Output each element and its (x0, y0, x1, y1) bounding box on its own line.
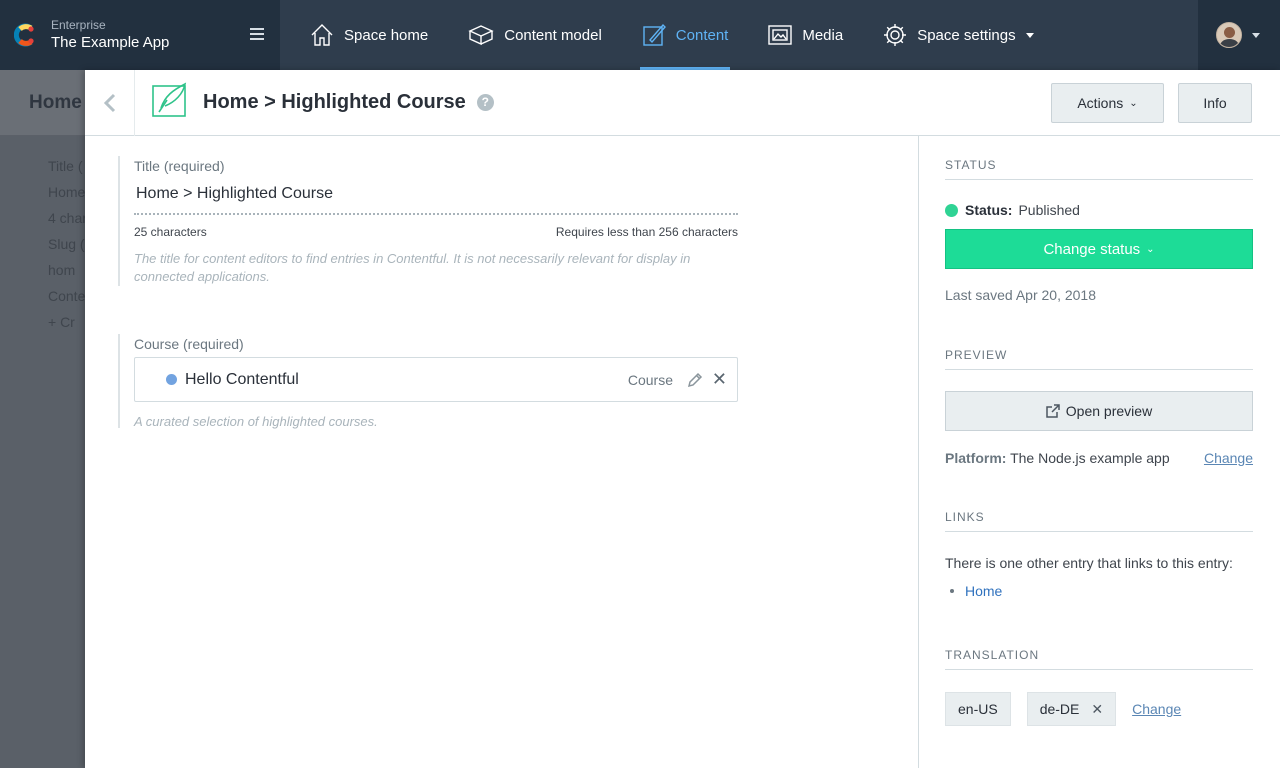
character-limit: Requires less than 256 characters (555, 225, 738, 239)
gear-icon (884, 24, 907, 46)
chevron-down-icon (1252, 32, 1260, 38)
published-status-dot (945, 203, 958, 217)
links-description: There is one other entry that links to t… (945, 555, 1233, 571)
status-label: Status: (965, 202, 1013, 218)
open-preview-button[interactable]: Open preview (945, 391, 1253, 431)
last-saved-text: Last saved Apr 20, 2018 (945, 287, 1096, 303)
links-heading: LINKS (945, 510, 1253, 532)
change-platform-link[interactable]: Change (1204, 450, 1253, 466)
nav-space-home[interactable]: Space home (308, 0, 430, 70)
field-help-text: A curated selection of highlighted cours… (134, 414, 378, 429)
back-button[interactable] (85, 69, 135, 136)
image-icon (768, 25, 793, 45)
entry-sidebar: STATUS Status: Published Change status ⌄… (945, 136, 1253, 768)
contentful-logo-icon (13, 23, 38, 47)
nav-media[interactable]: Media (766, 0, 845, 70)
chevron-down-icon (1025, 32, 1034, 38)
nav-space-home-label: Space home (344, 26, 429, 44)
change-status-label: Change status (1043, 240, 1141, 258)
field-label: Title (required) (134, 158, 225, 174)
change-locales-link[interactable]: Change (1132, 701, 1181, 717)
course-field: Course (required) Hello Contentful Cours… (118, 334, 738, 429)
chevron-left-icon (103, 93, 115, 112)
locale-tag-en-us: en-US (945, 692, 1011, 726)
title-field: Title (required) Home > Highlighted Cour… (118, 156, 738, 286)
pencil-icon[interactable] (687, 372, 703, 388)
nav-space-settings[interactable]: Space settings (881, 0, 1035, 70)
nav-content[interactable]: Content (639, 0, 731, 70)
change-status-button[interactable]: Change status ⌄ (945, 229, 1253, 269)
chevron-down-icon: ⌄ (1146, 243, 1155, 255)
status-heading: STATUS (945, 158, 1253, 180)
main-nav: Space home Content model Content Media S… (308, 0, 1072, 70)
account-menu[interactable] (1198, 0, 1280, 70)
bullet (950, 589, 954, 593)
field-help-text: The title for content editors to find en… (134, 251, 691, 284)
info-button[interactable]: Info (1178, 83, 1252, 123)
platform-label: Platform: (945, 450, 1007, 466)
platform-value: The Node.js example app (1010, 450, 1170, 466)
nav-space-settings-label: Space settings (917, 26, 1016, 44)
locale-tag-de-de: de-DE ✕ (1026, 692, 1117, 726)
linked-entry-title: Hello Contentful (185, 370, 299, 388)
entry-icon (151, 82, 189, 123)
preview-heading: PREVIEW (945, 348, 1253, 370)
cube-icon (468, 25, 494, 46)
actions-button[interactable]: Actions ⌄ (1051, 83, 1164, 123)
external-link-icon (1046, 404, 1060, 418)
top-navigation-bar: Enterprise The Example App Space home Co… (0, 0, 1280, 70)
locale-label: en-US (958, 701, 998, 717)
actions-button-label: Actions (1077, 95, 1124, 111)
list-item: Home (950, 583, 1002, 599)
open-preview-label: Open preview (1065, 403, 1153, 419)
title-input[interactable]: Home > Highlighted Course (134, 185, 738, 215)
field-label: Course (required) (134, 336, 244, 352)
preview-platform: Platform: The Node.js example app Change (945, 450, 1253, 466)
nav-content-model-label: Content model (504, 26, 602, 44)
linked-entry-content-type: Course (627, 371, 673, 388)
nav-media-label: Media (802, 26, 844, 44)
character-count: 25 characters (134, 225, 207, 239)
linked-entry-card[interactable]: Hello Contentful Course ✕ (134, 357, 738, 402)
space-name: The Example App (51, 34, 170, 51)
help-icon[interactable]: ? (476, 94, 494, 111)
menu-icon[interactable] (250, 28, 264, 40)
status-line: Status: Published (945, 202, 1080, 218)
locale-list: en-US de-DE ✕ Change (945, 692, 1181, 726)
translation-heading: TRANSLATION (945, 648, 1253, 670)
avatar (1216, 22, 1242, 48)
organization-name: Enterprise (51, 18, 106, 32)
nav-content-label: Content (675, 26, 729, 44)
space-switcher[interactable]: Enterprise The Example App (0, 0, 280, 70)
remove-icon[interactable]: ✕ (712, 369, 727, 390)
entry-header: Home > Highlighted Course ? Actions ⌄ In… (85, 69, 1280, 136)
entry-status-dot (166, 374, 177, 385)
entry-title: Home > Highlighted Course (203, 91, 466, 113)
nav-content-model[interactable]: Content model (466, 0, 604, 70)
pen-square-icon (643, 23, 666, 46)
chevron-down-icon: ⌄ (1129, 97, 1138, 109)
remove-locale-icon[interactable]: ✕ (1091, 701, 1103, 718)
linking-entry-link[interactable]: Home (965, 583, 1002, 599)
house-icon (311, 24, 333, 46)
entry-editor-panel: Home > Highlighted Course ? Actions ⌄ In… (85, 69, 1280, 768)
entry-fields: Title (required) Home > Highlighted Cour… (85, 136, 919, 768)
status-value: Published (1018, 202, 1080, 218)
locale-label: de-DE (1039, 701, 1080, 717)
